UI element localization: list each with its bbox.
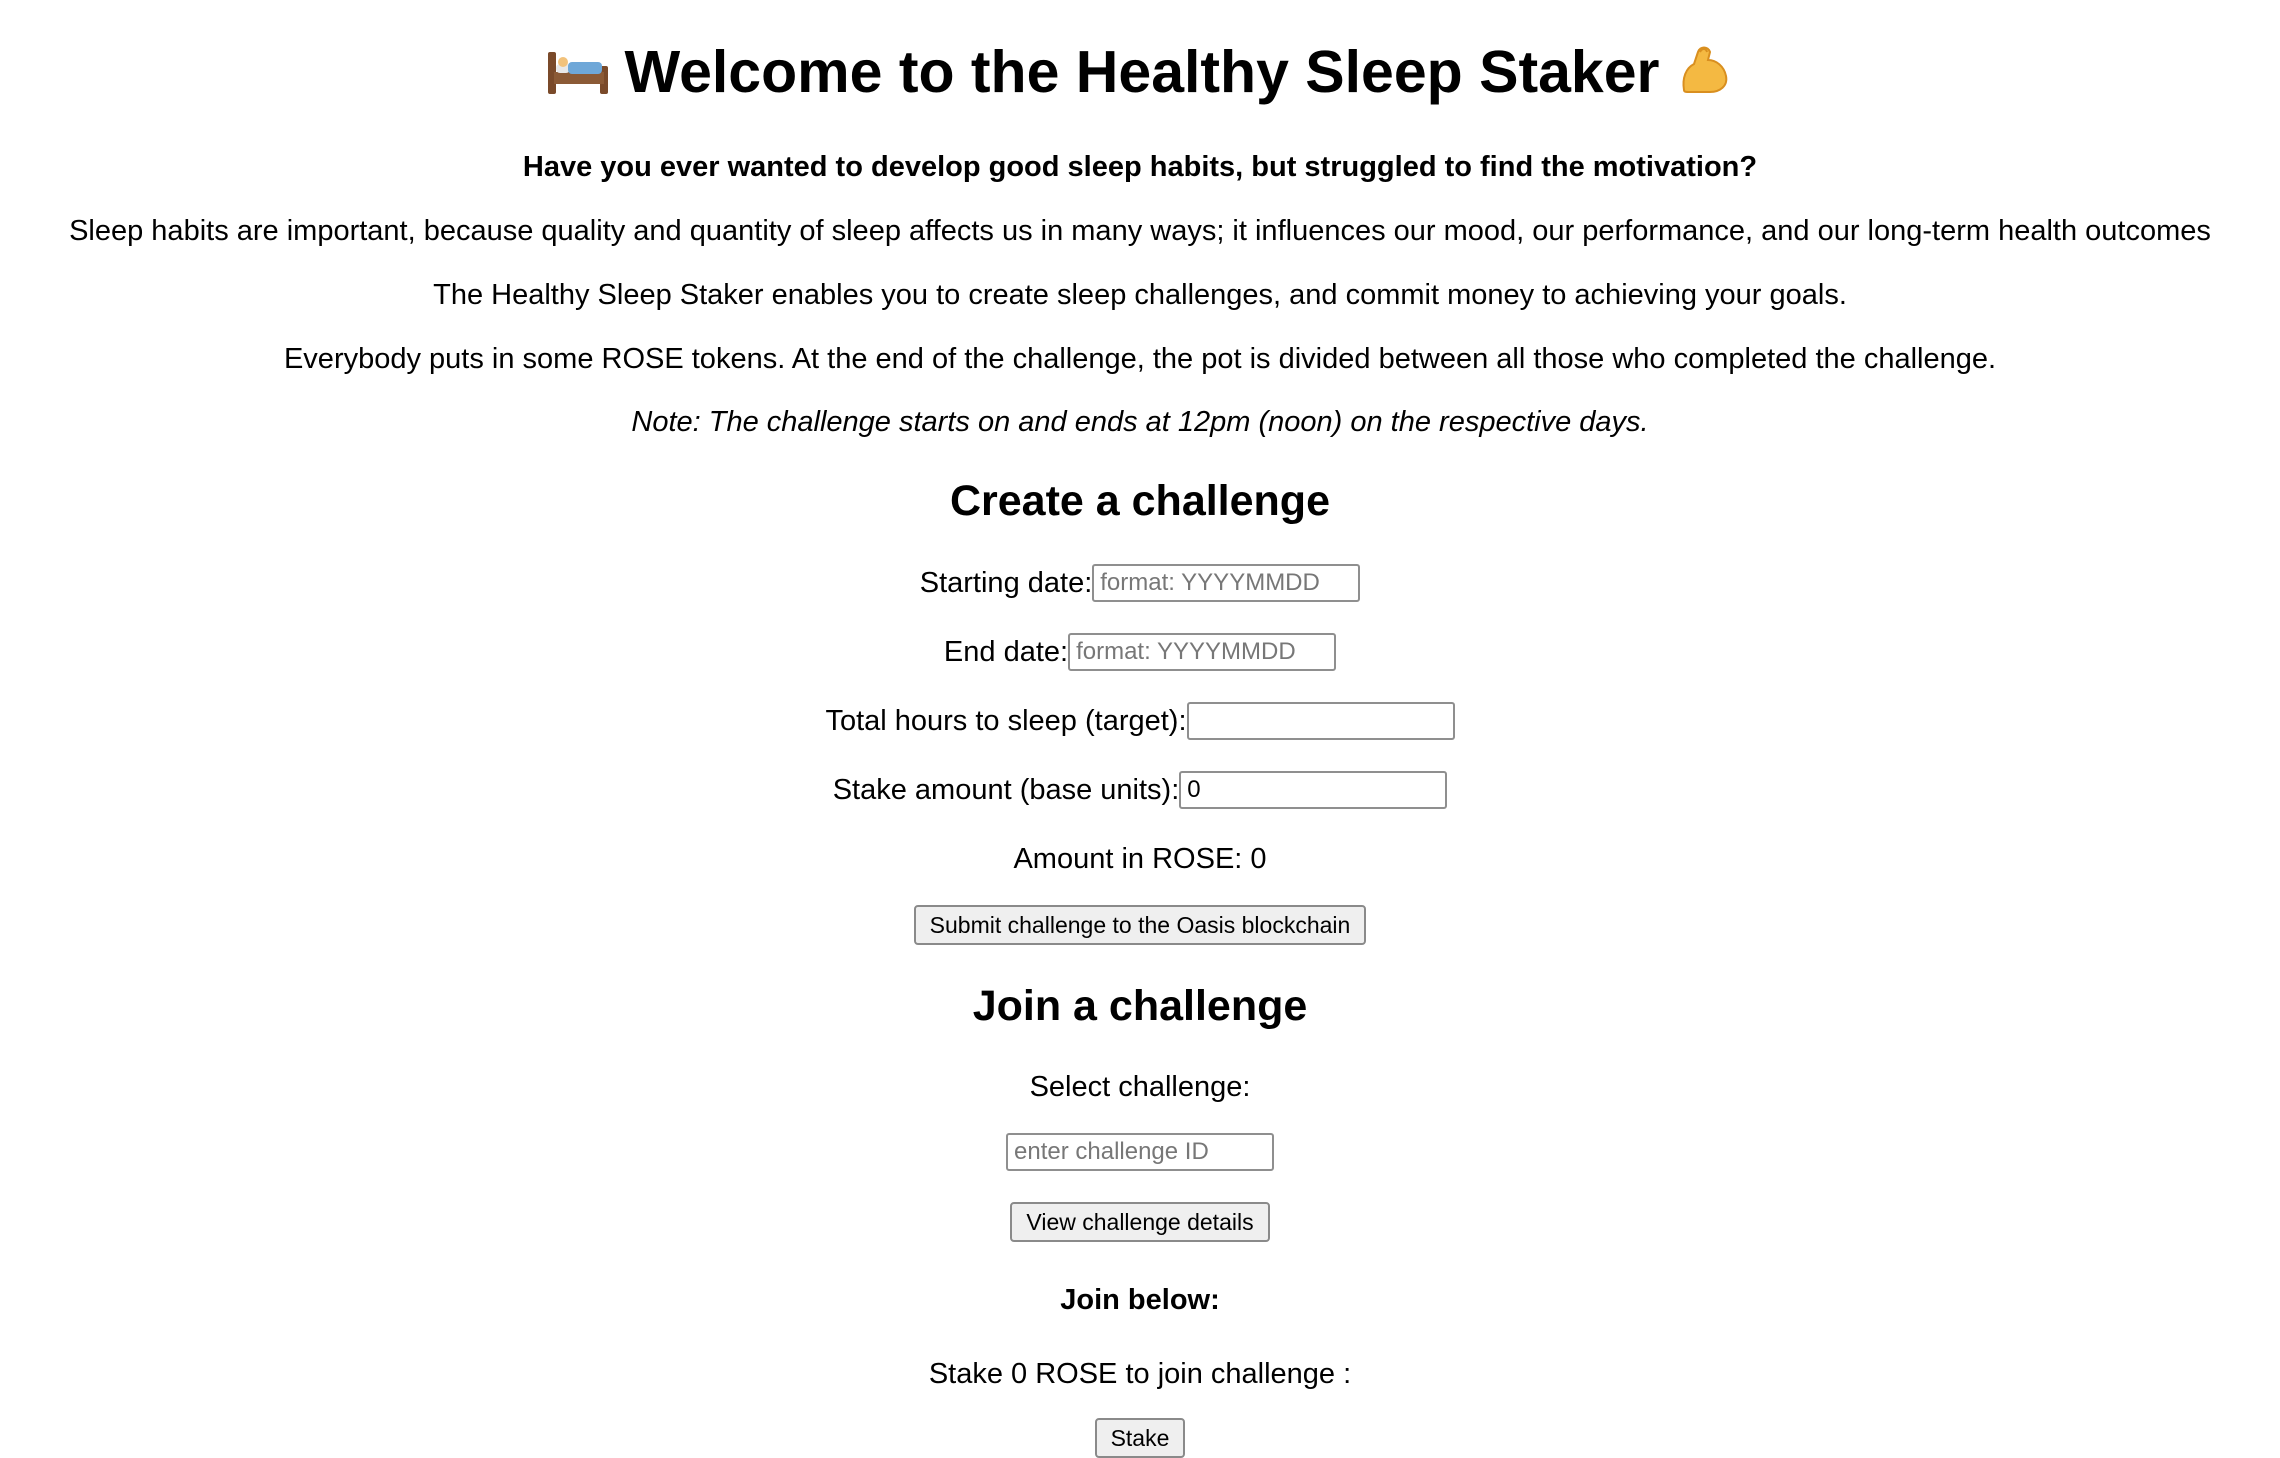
hours-input[interactable] <box>1186 702 1455 740</box>
end-date-label: End date: <box>943 635 1069 668</box>
submit-challenge-button[interactable]: Submit challenge to the Oasis blockchain <box>913 905 1367 945</box>
page-title: Welcome to the Healthy Sleep Staker <box>0 40 2280 102</box>
stake-amount-input[interactable] <box>1179 771 1448 809</box>
intro-paragraph-3: Everybody puts in some ROSE tokens. At t… <box>283 343 1997 375</box>
view-details-row: View challenge details <box>0 1202 2280 1242</box>
create-heading: Create a challenge <box>949 477 1330 525</box>
intro-lead: Have you ever wanted to develop good sle… <box>522 151 1758 183</box>
stake-button[interactable]: Stake <box>1094 1418 1186 1458</box>
hours-row: Total hours to sleep (target): <box>0 702 2280 740</box>
end-date-row: End date: <box>0 633 2280 671</box>
bed-icon <box>548 52 609 94</box>
join-heading: Join a challenge <box>972 982 1308 1030</box>
title-row: Welcome to the Healthy Sleep Staker <box>0 40 2280 102</box>
join-section-heading-row: Join a challenge <box>0 985 2280 1028</box>
select-challenge-label: Select challenge: <box>1029 1071 1251 1103</box>
stake-to-join-text: Stake 0 ROSE to join challenge : <box>928 1358 1352 1390</box>
intro-note: Note: The challenge starts on and ends a… <box>631 406 1649 438</box>
create-section-heading-row: Create a challenge <box>0 480 2280 523</box>
stake-amount-label: Stake amount (base units): <box>832 773 1180 806</box>
view-challenge-details-button[interactable]: View challenge details <box>1010 1202 1270 1242</box>
intro-paragraph-1: Sleep habits are important, because qual… <box>69 215 2211 247</box>
stake-amount-row: Stake amount (base units): <box>0 771 2280 809</box>
challenge-id-row <box>0 1133 2280 1171</box>
hours-label: Total hours to sleep (target): <box>825 704 1187 737</box>
stake-button-row: Stake <box>0 1418 2280 1458</box>
title-text: Welcome to the Healthy Sleep Staker <box>624 39 1660 105</box>
start-date-row: Starting date: <box>0 564 2280 602</box>
end-date-input[interactable] <box>1068 633 1337 671</box>
submit-row: Submit challenge to the Oasis blockchain <box>0 905 2280 945</box>
intro-paragraph-2: The Healthy Sleep Staker enables you to … <box>433 279 1847 311</box>
start-date-input[interactable] <box>1092 564 1361 602</box>
challenge-id-input[interactable] <box>1006 1133 1274 1171</box>
flexed-biceps-icon <box>1682 46 1727 93</box>
join-below-label: Join below: <box>1060 1284 1220 1316</box>
page: Welcome to the Healthy Sleep Staker Have… <box>0 0 2280 1458</box>
start-date-label: Starting date: <box>919 566 1093 599</box>
amount-in-rose: Amount in ROSE: 0 <box>1013 843 1267 875</box>
